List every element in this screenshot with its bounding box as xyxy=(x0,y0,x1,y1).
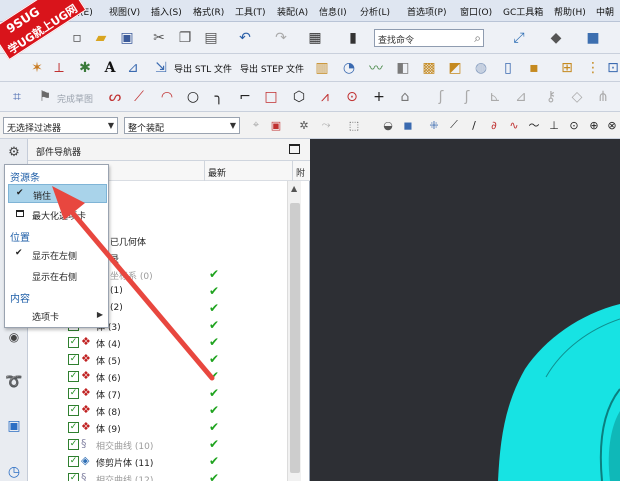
arrow-shaft xyxy=(63,202,215,381)
annotation-arrow xyxy=(52,186,215,381)
arrow-head xyxy=(52,186,85,220)
